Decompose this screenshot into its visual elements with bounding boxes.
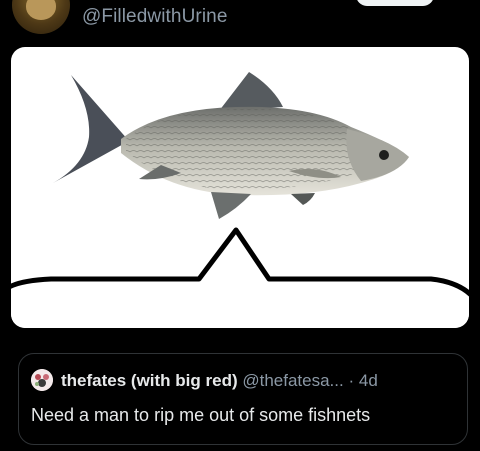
separator-dot: · [348,371,355,390]
quoted-handle[interactable]: @thefatesa... [242,371,343,390]
speech-bubble-icon [11,227,469,328]
follow-button[interactable] [356,0,434,6]
quoted-post-header: thefates (with big red) @thefatesa... · … [61,371,378,391]
quoted-timestamp[interactable]: 4d [359,371,378,390]
quoted-post[interactable]: thefates (with big red) @thefatesa... · … [18,353,468,445]
quoted-post-text: Need a man to rip me out of some fishnet… [31,405,371,425]
fish-icon [53,72,409,219]
author-avatar[interactable] [12,0,70,34]
quoted-display-name[interactable]: thefates (with big red) [61,371,238,390]
fish-image [11,72,469,328]
post-header: @FilledwithUrine [0,0,480,44]
post-image[interactable] [11,47,469,328]
avatar-icon[interactable] [31,369,53,391]
author-handle[interactable]: @FilledwithUrine [82,6,227,28]
dog-avatar-icon [26,0,56,20]
